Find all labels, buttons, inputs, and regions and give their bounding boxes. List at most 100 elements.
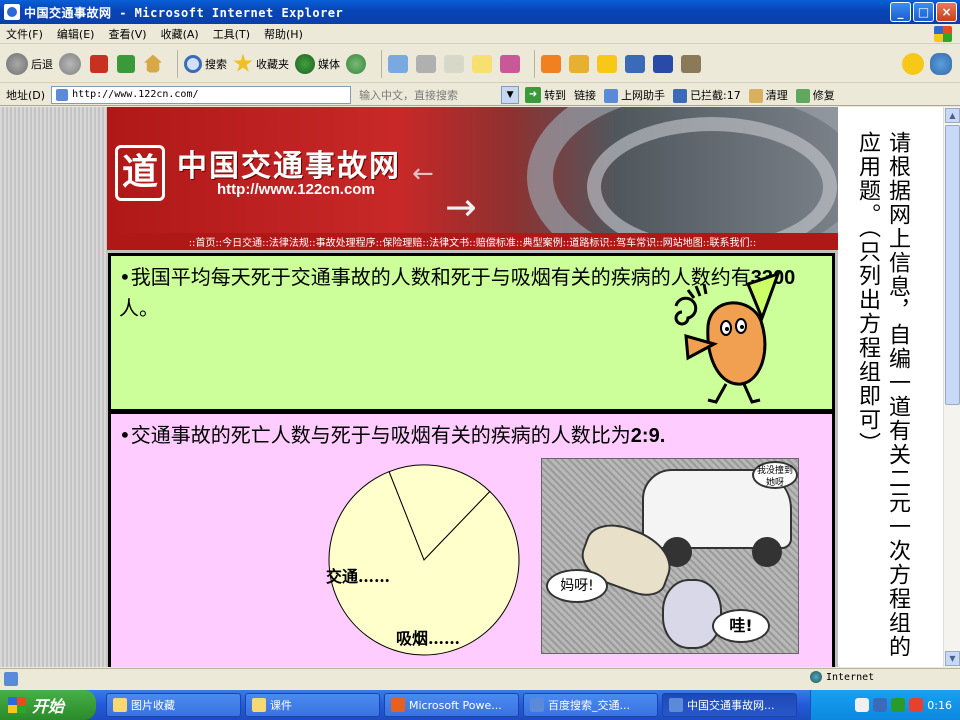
task-label: Microsoft Powe...	[409, 698, 502, 712]
fact-bottom-ratio: 2:9.	[630, 425, 666, 447]
refresh-icon	[117, 54, 135, 73]
taskbar: 开始 图片收藏 课件 Microsoft Powe... 百度搜索_交通... …	[0, 690, 960, 720]
notes-icon[interactable]	[472, 54, 492, 73]
refresh-button[interactable]	[117, 54, 138, 73]
repair-button[interactable]: 修复	[795, 87, 835, 103]
task-courseware[interactable]: 课件	[245, 693, 380, 717]
back-arrow-icon	[6, 52, 28, 75]
chevron-down-icon[interactable]: ▼	[501, 85, 520, 104]
shield-icon[interactable]	[625, 54, 645, 73]
minimize-button[interactable]: _	[890, 2, 911, 22]
clock: 0:16	[927, 698, 952, 712]
edit-icon[interactable]	[444, 54, 464, 73]
player-icon[interactable]	[541, 54, 561, 73]
status-bar: Internet	[0, 668, 960, 688]
media-button[interactable]: 媒体	[295, 53, 340, 74]
fact-top-text: •我国平均每天死于交通事故的人数和死于与吸烟有关的疾病的人数约有	[119, 265, 751, 289]
speech-bubble: 我没撞到她呀	[752, 461, 798, 489]
menu-edit[interactable]: 编辑(E)	[57, 26, 95, 42]
party-horn-mascot	[674, 271, 781, 404]
helper-label: 上网助手	[621, 88, 666, 102]
stop-icon	[90, 54, 108, 73]
title-bar: 中国交通事故网 - Microsoft Internet Explorer _ …	[0, 0, 960, 24]
antivirus-icon[interactable]	[909, 698, 924, 712]
clean-button[interactable]: 清理	[748, 87, 788, 103]
task-label: 课件	[270, 699, 292, 712]
task-label: 百度搜索_交通...	[548, 699, 630, 712]
contacts-icon[interactable]	[930, 52, 952, 75]
maximize-button[interactable]: □	[913, 2, 934, 22]
scroll-thumb[interactable]	[945, 125, 960, 405]
menu-bar: 文件(F) 编辑(E) 查看(V) 收藏(A) 工具(T) 帮助(H)	[0, 24, 960, 44]
hourglass-icon[interactable]	[597, 54, 617, 73]
arrow-right-icon: →	[445, 185, 477, 229]
menu-file[interactable]: 文件(F)	[6, 26, 43, 42]
stop-button[interactable]	[90, 54, 111, 73]
help-icon[interactable]	[873, 698, 888, 712]
ie-icon	[4, 4, 20, 20]
helper-button[interactable]: 上网助手	[604, 87, 665, 103]
zone-label: Internet	[826, 671, 875, 683]
go-arrow-icon: ➜	[525, 86, 542, 103]
toolbar-separator	[534, 49, 535, 78]
scroll-up-button[interactable]: ▲	[945, 108, 960, 123]
fact-bottom-text: •交通事故的死亡人数与死于与吸烟有关的疾病的人数比为	[119, 423, 631, 447]
clean-label: 清理	[765, 88, 788, 102]
print-icon[interactable]	[416, 54, 436, 73]
star-icon	[233, 53, 253, 72]
toolbar-separator	[177, 49, 178, 78]
blocked-label: 已拦截:17	[690, 88, 741, 102]
site-name: 中国交通事故网	[177, 149, 401, 184]
blocked-button[interactable]: 已拦截:17	[673, 87, 741, 103]
toolbar-separator	[381, 49, 382, 78]
favorites-button[interactable]: 收藏夹	[233, 53, 289, 74]
globe-icon	[810, 671, 822, 683]
site-logo[interactable]: 道	[115, 145, 165, 201]
menu-view[interactable]: 查看(V)	[108, 26, 146, 42]
menu-help[interactable]: 帮助(H)	[264, 26, 303, 42]
home-button[interactable]	[144, 54, 165, 73]
tool-icon[interactable]	[681, 54, 701, 73]
forward-button[interactable]	[59, 52, 84, 75]
back-button[interactable]: 后退	[6, 52, 53, 75]
address-extras: 链接 上网助手 已拦截:17 清理 修复	[574, 87, 835, 103]
keyboard-icon[interactable]	[855, 698, 870, 712]
chat-icon[interactable]	[569, 54, 589, 73]
task-122cn[interactable]: 中国交通事故网...	[662, 693, 797, 717]
task-baidu[interactable]: 百度搜索_交通...	[523, 693, 658, 717]
history-button[interactable]	[346, 53, 369, 74]
task-pictures[interactable]: 图片收藏	[106, 693, 241, 717]
ie-icon	[530, 698, 544, 712]
instruction-text: 请根据网上信息，自编一道有关二元一次方程组的应用题。（只列出方程组即可）	[855, 131, 910, 659]
pie-label-smoking: 吸烟……	[396, 629, 460, 648]
close-button[interactable]: ×	[936, 2, 957, 22]
helper-icon	[604, 88, 619, 103]
smiley-icon[interactable]	[902, 52, 924, 75]
network-icon[interactable]	[891, 698, 906, 712]
links-label[interactable]: 链接	[574, 87, 596, 103]
vertical-scrollbar[interactable]: ▲ ▼	[943, 107, 960, 667]
search-button[interactable]: 搜索	[184, 54, 227, 73]
messenger-icon[interactable]	[500, 54, 520, 73]
menu-favorites[interactable]: 收藏(A)	[161, 26, 199, 42]
fact-panel-bottom: •交通事故的死亡人数与死于与吸烟有关的疾病的人数比为2:9. 交通…… 吸烟………	[108, 411, 835, 667]
go-button[interactable]: ➜ 转到	[525, 86, 566, 103]
popup-blocker-icon	[673, 88, 688, 103]
task-label: 图片收藏	[131, 699, 175, 712]
search-hint[interactable]: 输入中文，直接搜索	[359, 87, 499, 103]
site-banner: 道 中国交通事故网 http://www.122cn.com ← → ::首页:…	[107, 107, 838, 250]
favorites-label: 收藏夹	[256, 57, 289, 71]
fact-text-bottom: •交通事故的死亡人数与死于与吸烟有关的疾病的人数比为2:9.	[119, 420, 665, 451]
scroll-down-button[interactable]: ▼	[945, 651, 960, 666]
windows-flag-icon	[8, 697, 26, 713]
mail-icon[interactable]	[388, 54, 408, 73]
windows-logo-icon	[934, 26, 952, 42]
ratio-pie-chart: 交通…… 吸烟……	[326, 464, 520, 656]
task-powerpoint[interactable]: Microsoft Powe...	[384, 693, 519, 717]
url-input[interactable]: http://www.122cn.com/	[51, 85, 352, 104]
ie-icon	[669, 698, 683, 712]
start-button[interactable]: 开始	[0, 690, 96, 720]
qq-icon[interactable]	[653, 54, 673, 73]
menu-tools[interactable]: 工具(T)	[213, 26, 250, 42]
site-nav[interactable]: ::首页::今日交通::法律法规::事故处理程序::保险理赔::法律文书::赔偿…	[107, 233, 838, 250]
